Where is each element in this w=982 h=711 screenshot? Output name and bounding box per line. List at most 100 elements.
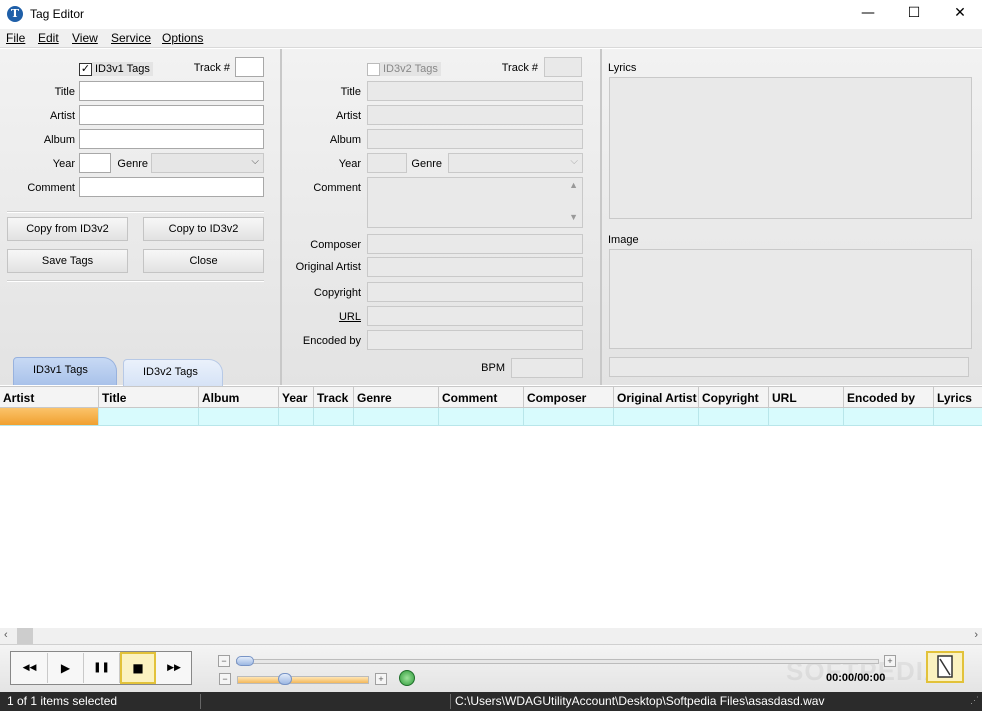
table-cell-artist[interactable] bbox=[0, 408, 99, 425]
column-header-composer[interactable]: Composer bbox=[524, 387, 614, 408]
column-header-artist[interactable]: Artist bbox=[0, 387, 99, 408]
id3v2-bpm-input[interactable] bbox=[511, 358, 583, 378]
table-cell-year[interactable] bbox=[279, 408, 314, 425]
table-cell-title[interactable] bbox=[99, 408, 199, 425]
id3v1-album-input[interactable] bbox=[79, 129, 264, 149]
id3v1-checkbox-label[interactable]: ID3v1 Tags bbox=[92, 62, 153, 76]
column-header-url[interactable]: URL bbox=[769, 387, 844, 408]
scroll-up-icon[interactable]: ▲ bbox=[569, 180, 578, 190]
column-header-lyrics[interactable]: Lyrics bbox=[934, 387, 982, 408]
image-box[interactable] bbox=[609, 249, 972, 349]
id3v1-artist-input[interactable] bbox=[79, 105, 264, 125]
play-button[interactable]: ▶ bbox=[48, 653, 84, 683]
table-cell-composer[interactable] bbox=[524, 408, 614, 425]
column-header-comment[interactable]: Comment bbox=[439, 387, 524, 408]
column-header-genre[interactable]: Genre bbox=[354, 387, 439, 408]
save-tags-button[interactable]: Save Tags bbox=[7, 249, 128, 273]
volume-slider[interactable] bbox=[237, 676, 369, 684]
id3v2-checkbox-label[interactable]: ID3v2 Tags bbox=[380, 62, 441, 76]
scroll-down-icon[interactable]: ▼ bbox=[569, 212, 578, 222]
id3v2-year-input[interactable] bbox=[367, 153, 407, 173]
pause-button[interactable]: ❚❚ bbox=[84, 653, 120, 683]
id3v1-genre-select[interactable]: ⌵ bbox=[151, 153, 264, 173]
volume-plus-button[interactable]: + bbox=[375, 673, 387, 685]
id3v2-album-input[interactable] bbox=[367, 129, 583, 149]
column-header-track[interactable]: Track bbox=[314, 387, 354, 408]
rewind-button[interactable]: ◀◀ bbox=[12, 653, 48, 683]
id3v2-composer-input[interactable] bbox=[367, 234, 583, 254]
id3v1-artist-label: Artist bbox=[49, 110, 75, 122]
id3v1-checkbox[interactable]: ✓ bbox=[79, 63, 92, 76]
maximize-button[interactable]: ☐ bbox=[891, 0, 937, 29]
id3v1-year-input[interactable] bbox=[79, 153, 111, 173]
edit-notes-button[interactable] bbox=[926, 651, 964, 683]
id3v1-title-input[interactable] bbox=[79, 81, 264, 101]
copy-from-id3v2-button[interactable]: Copy from ID3v2 bbox=[7, 217, 128, 241]
scrollbar-thumb[interactable] bbox=[17, 628, 33, 644]
id3v2-genre-select[interactable]: ⌵ bbox=[448, 153, 583, 173]
id3v1-comment-input[interactable] bbox=[79, 177, 264, 197]
selection-status: 1 of 1 items selected bbox=[7, 694, 118, 708]
table-cell-genre[interactable] bbox=[354, 408, 439, 425]
table-cell-original-artist[interactable] bbox=[614, 408, 699, 425]
seek-plus-button[interactable]: + bbox=[884, 655, 896, 667]
id3v2-checkbox[interactable] bbox=[367, 63, 380, 76]
lyrics-image-panel: Lyrics Image bbox=[602, 49, 982, 385]
table-cell-comment[interactable] bbox=[439, 408, 524, 425]
id3v2-encoded-by-input[interactable] bbox=[367, 330, 583, 350]
id3v1-track-input[interactable] bbox=[235, 57, 264, 77]
volume-thumb[interactable] bbox=[278, 673, 292, 685]
play-preview-icon[interactable] bbox=[399, 670, 415, 686]
table-cell-lyrics[interactable] bbox=[934, 408, 982, 425]
id3v2-artist-input[interactable] bbox=[367, 105, 583, 125]
close-window-button[interactable]: ✕ bbox=[937, 0, 982, 29]
forward-button[interactable]: ▶▶ bbox=[156, 653, 192, 683]
column-header-copyright[interactable]: Copyright bbox=[699, 387, 769, 408]
tab-id3v1-tags[interactable]: ID3v1 Tags bbox=[13, 357, 117, 385]
seek-track[interactable] bbox=[236, 659, 879, 664]
menu-service[interactable]: Service bbox=[111, 31, 151, 45]
id3v2-url-input[interactable] bbox=[367, 306, 583, 326]
table-row[interactable] bbox=[0, 408, 982, 426]
column-header-encoded-by[interactable]: Encoded by bbox=[844, 387, 934, 408]
lyrics-textarea[interactable] bbox=[609, 77, 972, 219]
table-cell-encoded-by[interactable] bbox=[844, 408, 934, 425]
id3v2-track-label: Track # bbox=[501, 62, 538, 74]
seek-slider[interactable]: − + bbox=[218, 655, 898, 667]
scroll-left-icon[interactable]: ‹ bbox=[4, 629, 8, 641]
close-button[interactable]: Close bbox=[143, 249, 264, 273]
seek-thumb[interactable] bbox=[236, 656, 254, 666]
volume-minus-button[interactable]: − bbox=[219, 673, 231, 685]
menu-options[interactable]: Options bbox=[162, 31, 203, 45]
column-header-original-artist[interactable]: Original Artist bbox=[614, 387, 699, 408]
id3v2-comment-label: Comment bbox=[313, 182, 361, 194]
id3v2-original-artist-input[interactable] bbox=[367, 257, 583, 277]
table-cell-album[interactable] bbox=[199, 408, 279, 425]
id3v2-title-input[interactable] bbox=[367, 81, 583, 101]
menu-file[interactable]: File bbox=[6, 31, 25, 45]
table-cell-url[interactable] bbox=[769, 408, 844, 425]
tab-id3v2-tags[interactable]: ID3v2 Tags bbox=[123, 359, 223, 387]
copy-to-id3v2-button[interactable]: Copy to ID3v2 bbox=[143, 217, 264, 241]
id3v2-original-artist-label: Original Artist bbox=[295, 261, 361, 273]
resize-grip-icon[interactable]: ⋰ bbox=[970, 695, 979, 706]
table-cell-track[interactable] bbox=[314, 408, 354, 425]
column-header-title[interactable]: Title bbox=[99, 387, 199, 408]
column-header-year[interactable]: Year bbox=[279, 387, 314, 408]
seek-minus-button[interactable]: − bbox=[218, 655, 230, 667]
minimize-button[interactable]: — bbox=[845, 0, 891, 29]
id3v2-copyright-input[interactable] bbox=[367, 282, 583, 302]
id3v2-track-input[interactable] bbox=[544, 57, 582, 77]
id3v2-comment-textarea[interactable]: ▲ ▼ bbox=[367, 177, 583, 228]
menu-view[interactable]: View bbox=[72, 31, 98, 45]
table-cell-copyright[interactable] bbox=[699, 408, 769, 425]
column-header-album[interactable]: Album bbox=[199, 387, 279, 408]
image-path-input[interactable] bbox=[609, 357, 969, 377]
stop-button[interactable]: ■ bbox=[120, 652, 156, 684]
horizontal-scrollbar[interactable]: ‹ › bbox=[0, 628, 982, 644]
id3v1-comment-label: Comment bbox=[27, 182, 75, 194]
id3v2-url-link[interactable]: URL bbox=[282, 311, 361, 323]
file-list-body[interactable] bbox=[0, 426, 982, 628]
scroll-right-icon[interactable]: › bbox=[974, 629, 978, 641]
menu-edit[interactable]: Edit bbox=[38, 31, 59, 45]
